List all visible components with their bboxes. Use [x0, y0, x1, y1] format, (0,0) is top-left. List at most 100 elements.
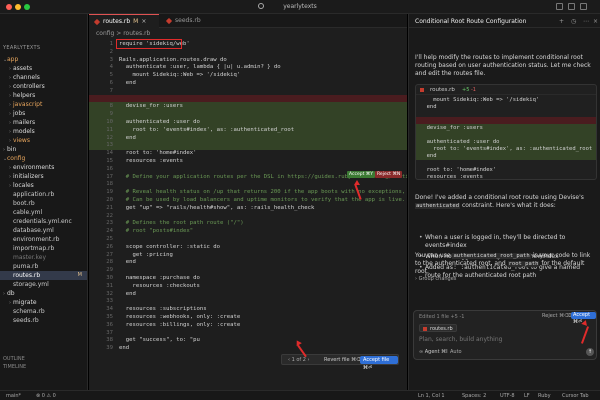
- title-bar: yearlytexts: [0, 0, 600, 14]
- tree-file[interactable]: routes.rb M: [0, 271, 87, 280]
- tab-routes-rb[interactable]: routes.rb M ×: [89, 14, 159, 28]
- agent-mode-dropdown[interactable]: ∞ Agent ⌘I: [419, 349, 448, 355]
- accept-file-button[interactable]: Accept file ⌘⏎: [360, 356, 398, 371]
- explorer-header: YEARLYTEXTS: [3, 45, 41, 51]
- tree-item-label: migrate: [13, 299, 37, 306]
- tree-file[interactable]: database.yml: [0, 226, 87, 235]
- ruby-file-icon: [420, 88, 424, 92]
- tree-folder[interactable]: › channels: [0, 73, 87, 82]
- window-title: yearlytexts: [283, 3, 317, 10]
- toggle-panel-icon[interactable]: [568, 3, 575, 10]
- close-chat-icon[interactable]: ×: [593, 18, 598, 25]
- reject-all-button[interactable]: Reject ⌘⌫: [542, 313, 571, 319]
- tree-folder[interactable]: › environments: [0, 163, 87, 172]
- change-pager[interactable]: ‹ 1 of 2 ›: [288, 357, 310, 363]
- tab-label: seeds.rb: [175, 17, 201, 24]
- code-snippet[interactable]: routes.rb +5 -1 mount Sidekiq::Web => '/…: [415, 84, 597, 180]
- tree-folder[interactable]: › migrate: [0, 298, 87, 307]
- code-text: end: [119, 345, 130, 352]
- cursor-position[interactable]: Ln 1, Col 1: [418, 393, 445, 399]
- tree-folder[interactable]: › helpers: [0, 91, 87, 100]
- tree-folder[interactable]: › jobs: [0, 109, 87, 118]
- tree-file[interactable]: cable.yml: [0, 208, 87, 217]
- tab-bar: routes.rb M × seeds.rb: [89, 14, 407, 28]
- modified-indicator: M: [133, 18, 139, 25]
- tab-seeds-rb[interactable]: seeds.rb: [161, 14, 221, 28]
- tree-folder[interactable]: › javascript: [0, 100, 87, 109]
- tree-file[interactable]: schema.rb: [0, 307, 87, 316]
- ruby-file-icon: [423, 327, 427, 331]
- tree-item-label: database.yml: [13, 227, 54, 234]
- inline-code: authenticated: [415, 203, 461, 209]
- tree-file[interactable]: importmap.rb: [0, 244, 87, 253]
- tree-file[interactable]: boot.rb: [0, 199, 87, 208]
- context-chip[interactable]: routes.rb: [419, 324, 457, 332]
- context-chip-label: routes.rb: [430, 326, 453, 332]
- snippet-header: routes.rb +5 -1: [416, 85, 596, 95]
- tree-item-label: config: [7, 155, 26, 162]
- review-bar: ‹ 1 of 2 › Revert file ⌘⌫ Accept file ⌘⏎: [281, 354, 399, 371]
- code-line: 39 end: [89, 344, 407, 353]
- tree-folder[interactable]: › bin: [0, 145, 87, 154]
- problems-indicator[interactable]: ⊗ 0 ⚠ 0: [36, 393, 56, 399]
- tree-item-label: application.rb: [13, 191, 55, 198]
- tree-folder[interactable]: ⌄config: [0, 154, 87, 163]
- inline-accept-button[interactable]: Accept ⌘Y: [347, 171, 376, 178]
- tree-file[interactable]: credentials.yml.enc: [0, 217, 87, 226]
- language-mode[interactable]: Ruby: [538, 393, 551, 399]
- tree-file[interactable]: puma.rb: [0, 262, 87, 271]
- send-icon[interactable]: ↑: [586, 348, 594, 356]
- tree-folder[interactable]: › db: [0, 289, 87, 298]
- group-changes-button[interactable]: › Group changes: [415, 276, 456, 282]
- tree-item-label: environment.rb: [13, 236, 60, 243]
- cursor-tab-status[interactable]: Cursor Tab: [562, 393, 589, 399]
- tree-folder[interactable]: › assets: [0, 64, 87, 73]
- toggle-sidebar-icon[interactable]: [556, 3, 563, 10]
- tree-item-label: locales: [13, 182, 34, 189]
- tree-item-label: master.key: [13, 254, 47, 261]
- ruby-file-icon: [165, 17, 173, 25]
- toggle-chat-icon[interactable]: [580, 3, 587, 10]
- tree-folder[interactable]: › controllers: [0, 82, 87, 91]
- assistant-done: Done! I've added a conditional root rout…: [415, 194, 597, 210]
- tree-folder[interactable]: ⌄app: [0, 55, 87, 64]
- tree-item-label: controllers: [13, 83, 45, 90]
- indentation[interactable]: Spaces: 2: [462, 393, 486, 399]
- model-dropdown[interactable]: Auto: [450, 349, 462, 355]
- diff-stat: -1: [469, 87, 476, 93]
- tree-file[interactable]: master.key: [0, 253, 87, 262]
- edited-summary[interactable]: Edited 1 file +5 -1: [419, 314, 464, 320]
- timeline-section[interactable]: TIMELINE: [3, 364, 26, 370]
- chat-input[interactable]: [419, 335, 593, 344]
- tree-item-label: models: [13, 128, 35, 135]
- tree-file[interactable]: seeds.rb: [0, 316, 87, 325]
- inline-code: events#index: [425, 242, 467, 249]
- annotation-arrow-head: [354, 180, 360, 185]
- revert-file-button[interactable]: Revert file ⌘⌫: [324, 357, 363, 363]
- chat-header: Conditional Root Route Configuration + ◷…: [409, 14, 600, 28]
- add-chat-icon[interactable]: +: [559, 18, 564, 25]
- history-icon[interactable]: ◷: [571, 18, 576, 25]
- tree-file[interactable]: application.rb: [0, 190, 87, 199]
- line-endings[interactable]: LF: [524, 393, 530, 399]
- more-icon[interactable]: ⋯: [583, 18, 589, 25]
- tree-file[interactable]: storage.yml: [0, 280, 87, 289]
- accept-all-button[interactable]: Accept ⌘⏎: [571, 312, 596, 325]
- tree-item-label: schema.rb: [13, 308, 45, 315]
- breadcrumb[interactable]: config > routes.rb: [96, 30, 150, 37]
- close-tab-icon[interactable]: ×: [141, 18, 146, 25]
- inline-reject-button[interactable]: Reject ⌘N: [375, 171, 403, 178]
- tree-folder[interactable]: › initializers: [0, 172, 87, 181]
- outline-section[interactable]: OUTLINE: [3, 356, 25, 362]
- chat-title: Conditional Root Route Configuration: [415, 18, 527, 25]
- tree-folder[interactable]: › models: [0, 127, 87, 136]
- tree-file[interactable]: environment.rb: [0, 235, 87, 244]
- tree-item-label: initializers: [13, 173, 44, 180]
- tree-folder[interactable]: › views: [0, 136, 87, 145]
- branch-indicator[interactable]: main*: [6, 393, 21, 399]
- tree-folder[interactable]: › locales: [0, 181, 87, 190]
- encoding[interactable]: UTF-8: [500, 393, 515, 399]
- tree-folder[interactable]: › mailers: [0, 118, 87, 127]
- tree-item-label: importmap.rb: [13, 245, 55, 252]
- tree-item-label: seeds.rb: [13, 317, 39, 324]
